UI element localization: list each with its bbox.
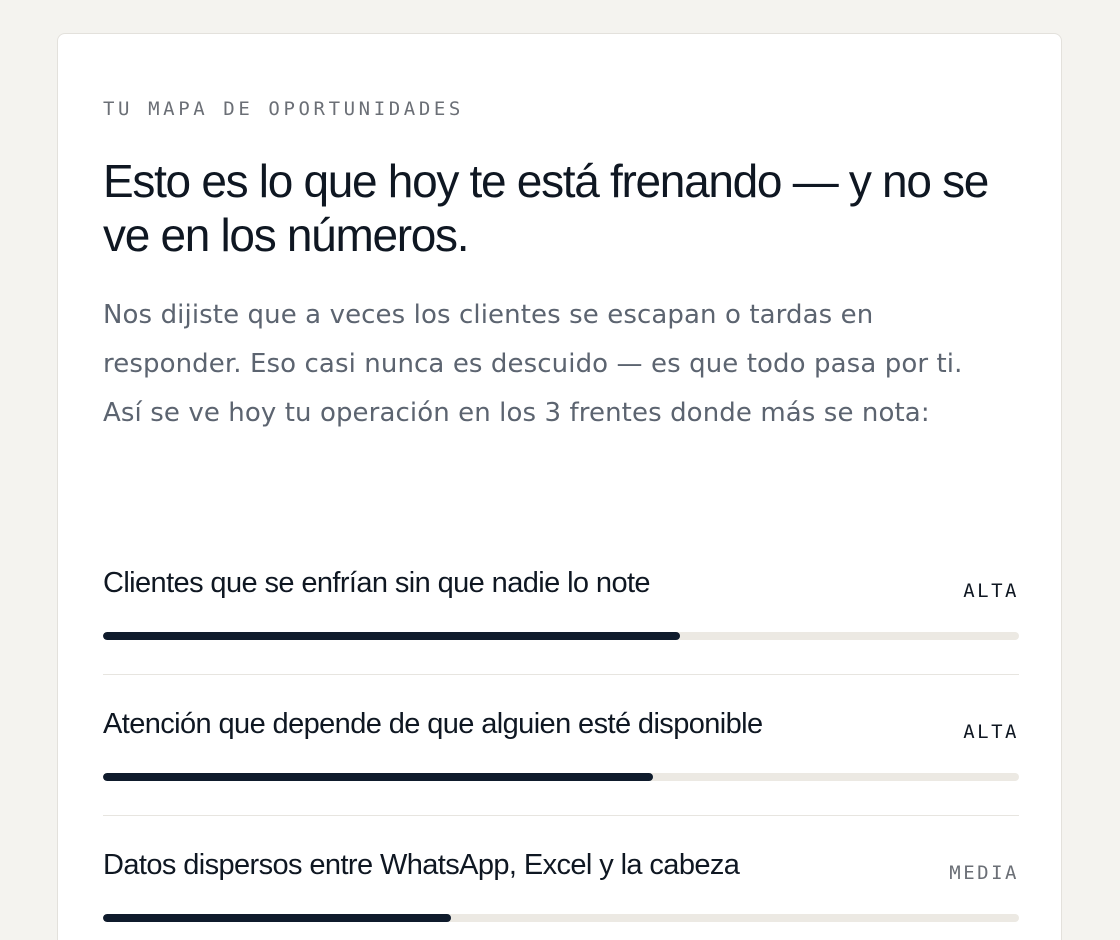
front-item: Datos dispersos entre WhatsApp, Excel y … [103, 816, 1019, 940]
front-bar-track [103, 914, 1019, 922]
section-eyebrow: TU MAPA DE OPORTUNIDADES [103, 98, 464, 120]
intro-paragraph: Nos dijiste que a veces los clientes se … [103, 300, 963, 428]
front-bar-fill [103, 914, 452, 922]
front-bar-track [103, 632, 1019, 640]
page-title: Esto es lo que hoy te está frenando — y … [103, 155, 989, 261]
front-level-badge: ALTA [963, 721, 1019, 743]
front-item: Atención que depende de que alguien esté… [103, 675, 1019, 816]
front-bar-fill [103, 773, 653, 781]
opportunity-map-card: TU MAPA DE OPORTUNIDADES Esto es lo que … [57, 33, 1062, 940]
front-level-badge: ALTA [963, 580, 1019, 602]
front-label: Atención que depende de que alguien esté… [103, 708, 763, 740]
front-bar-fill [103, 632, 681, 640]
front-item: Clientes que se enfrían sin que nadie lo… [103, 534, 1019, 675]
front-label: Datos dispersos entre WhatsApp, Excel y … [103, 849, 740, 881]
front-bar-track [103, 773, 1019, 781]
front-level-badge: MEDIA [949, 862, 1019, 884]
fronts-list: Clientes que se enfrían sin que nadie lo… [103, 534, 1019, 940]
front-label: Clientes que se enfrían sin que nadie lo… [103, 567, 651, 599]
